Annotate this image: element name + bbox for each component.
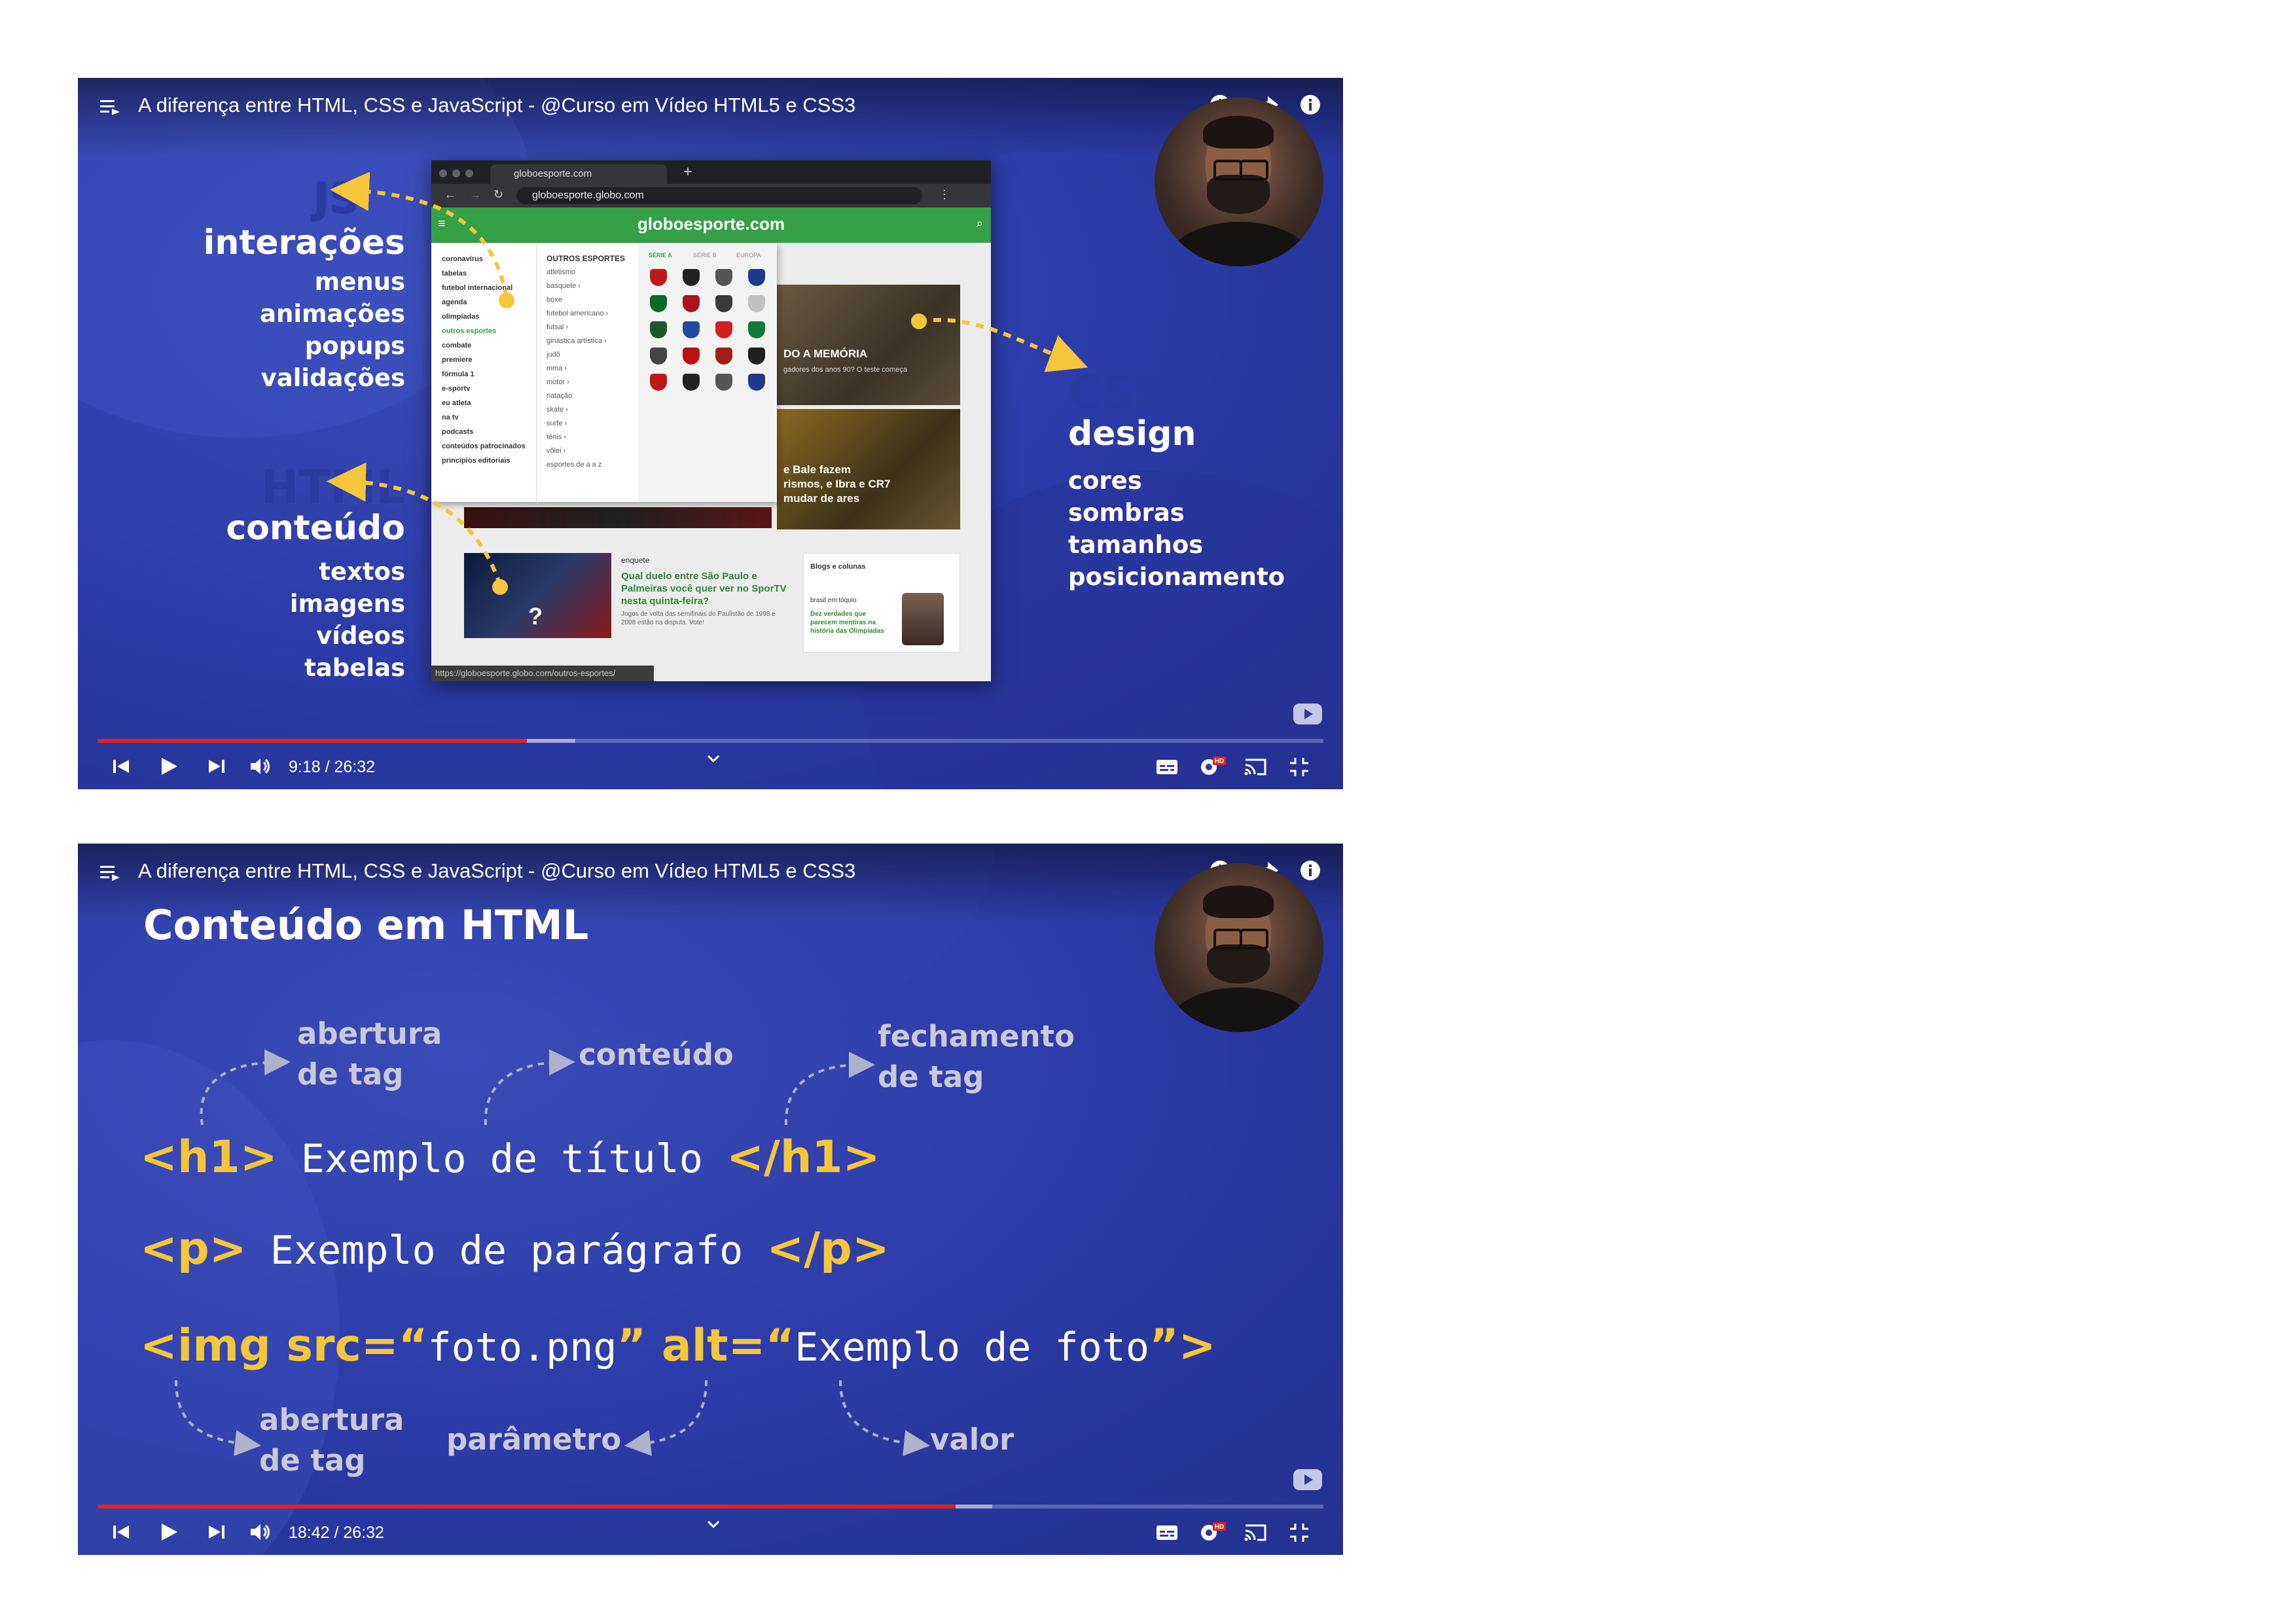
video-player-1[interactable]: A diferença entre HTML, CSS e JavaScript… xyxy=(78,78,1343,789)
prev-icon[interactable] xyxy=(112,758,132,775)
volume-icon[interactable] xyxy=(249,1523,272,1541)
presenter-beard xyxy=(1207,944,1270,984)
volume-icon[interactable] xyxy=(249,757,272,776)
chevron-down-icon[interactable] xyxy=(706,1520,721,1529)
annotation-arrows xyxy=(175,1049,930,1456)
arrow-top-closing xyxy=(784,1052,875,1126)
css-arrow-dot xyxy=(911,313,927,329)
presenter-shirt xyxy=(1168,222,1312,266)
youtube-logo-icon[interactable] xyxy=(1292,1468,1323,1491)
arrow-bottom-opening xyxy=(175,1380,261,1456)
progress-bar[interactable] xyxy=(98,739,1323,743)
dashed-arrows xyxy=(327,171,1088,595)
player-controls: 9:18 / 26:32 HD xyxy=(78,743,1343,789)
cast-icon[interactable] xyxy=(1243,1523,1268,1543)
info-icon[interactable] xyxy=(1299,94,1321,116)
video-player-2[interactable]: A diferença entre HTML, CSS e JavaScript… xyxy=(78,844,1343,1555)
svg-text:HD: HD xyxy=(1215,1524,1224,1531)
player-controls: 18:42 / 26:32 HD xyxy=(78,1509,1343,1555)
cast-icon[interactable] xyxy=(1243,757,1268,777)
youtube-logo-icon[interactable] xyxy=(1292,702,1323,726)
presenter-beard xyxy=(1207,175,1270,214)
html-arrow-dot xyxy=(492,579,508,595)
svg-text:HD: HD xyxy=(1215,758,1224,765)
glasses-right xyxy=(1240,929,1268,950)
arrow-bottom-parameter xyxy=(624,1380,708,1456)
arrow-top-content xyxy=(484,1049,575,1126)
presenter-hair xyxy=(1203,116,1274,149)
settings-hd-icon[interactable]: HD xyxy=(1198,1520,1227,1543)
css-arrow xyxy=(918,317,1088,372)
html-arrow xyxy=(327,462,502,586)
presenter-hair xyxy=(1203,885,1274,918)
arrow-top-opening xyxy=(200,1049,291,1126)
progress-played xyxy=(98,739,527,743)
glasses-left xyxy=(1213,929,1242,950)
js-arrow-dot xyxy=(499,293,514,308)
next-icon[interactable] xyxy=(206,758,226,775)
time-display: 18:42 / 26:32 xyxy=(289,1524,384,1542)
glasses-left xyxy=(1213,160,1242,181)
subtitles-icon[interactable] xyxy=(1155,758,1179,776)
presenter-shirt xyxy=(1168,988,1312,1032)
js-arrow xyxy=(330,171,509,298)
exit-fullscreen-icon[interactable] xyxy=(1289,1522,1310,1543)
prev-icon[interactable] xyxy=(112,1524,132,1541)
chevron-down-icon[interactable] xyxy=(706,754,721,763)
glasses-right xyxy=(1240,160,1268,181)
progress-bar[interactable] xyxy=(98,1505,1323,1508)
presenter-webcam xyxy=(1155,863,1323,1032)
next-icon[interactable] xyxy=(206,1524,226,1541)
progress-played xyxy=(98,1505,956,1508)
exit-fullscreen-icon[interactable] xyxy=(1289,757,1310,777)
time-display: 9:18 / 26:32 xyxy=(289,758,376,776)
play-icon[interactable] xyxy=(159,1522,179,1542)
play-icon[interactable] xyxy=(159,757,179,776)
info-icon[interactable] xyxy=(1299,859,1321,882)
arrow-bottom-value xyxy=(839,1380,930,1456)
settings-hd-icon[interactable]: HD xyxy=(1198,754,1227,777)
subtitles-icon[interactable] xyxy=(1155,1524,1179,1542)
presenter-webcam xyxy=(1155,98,1323,266)
